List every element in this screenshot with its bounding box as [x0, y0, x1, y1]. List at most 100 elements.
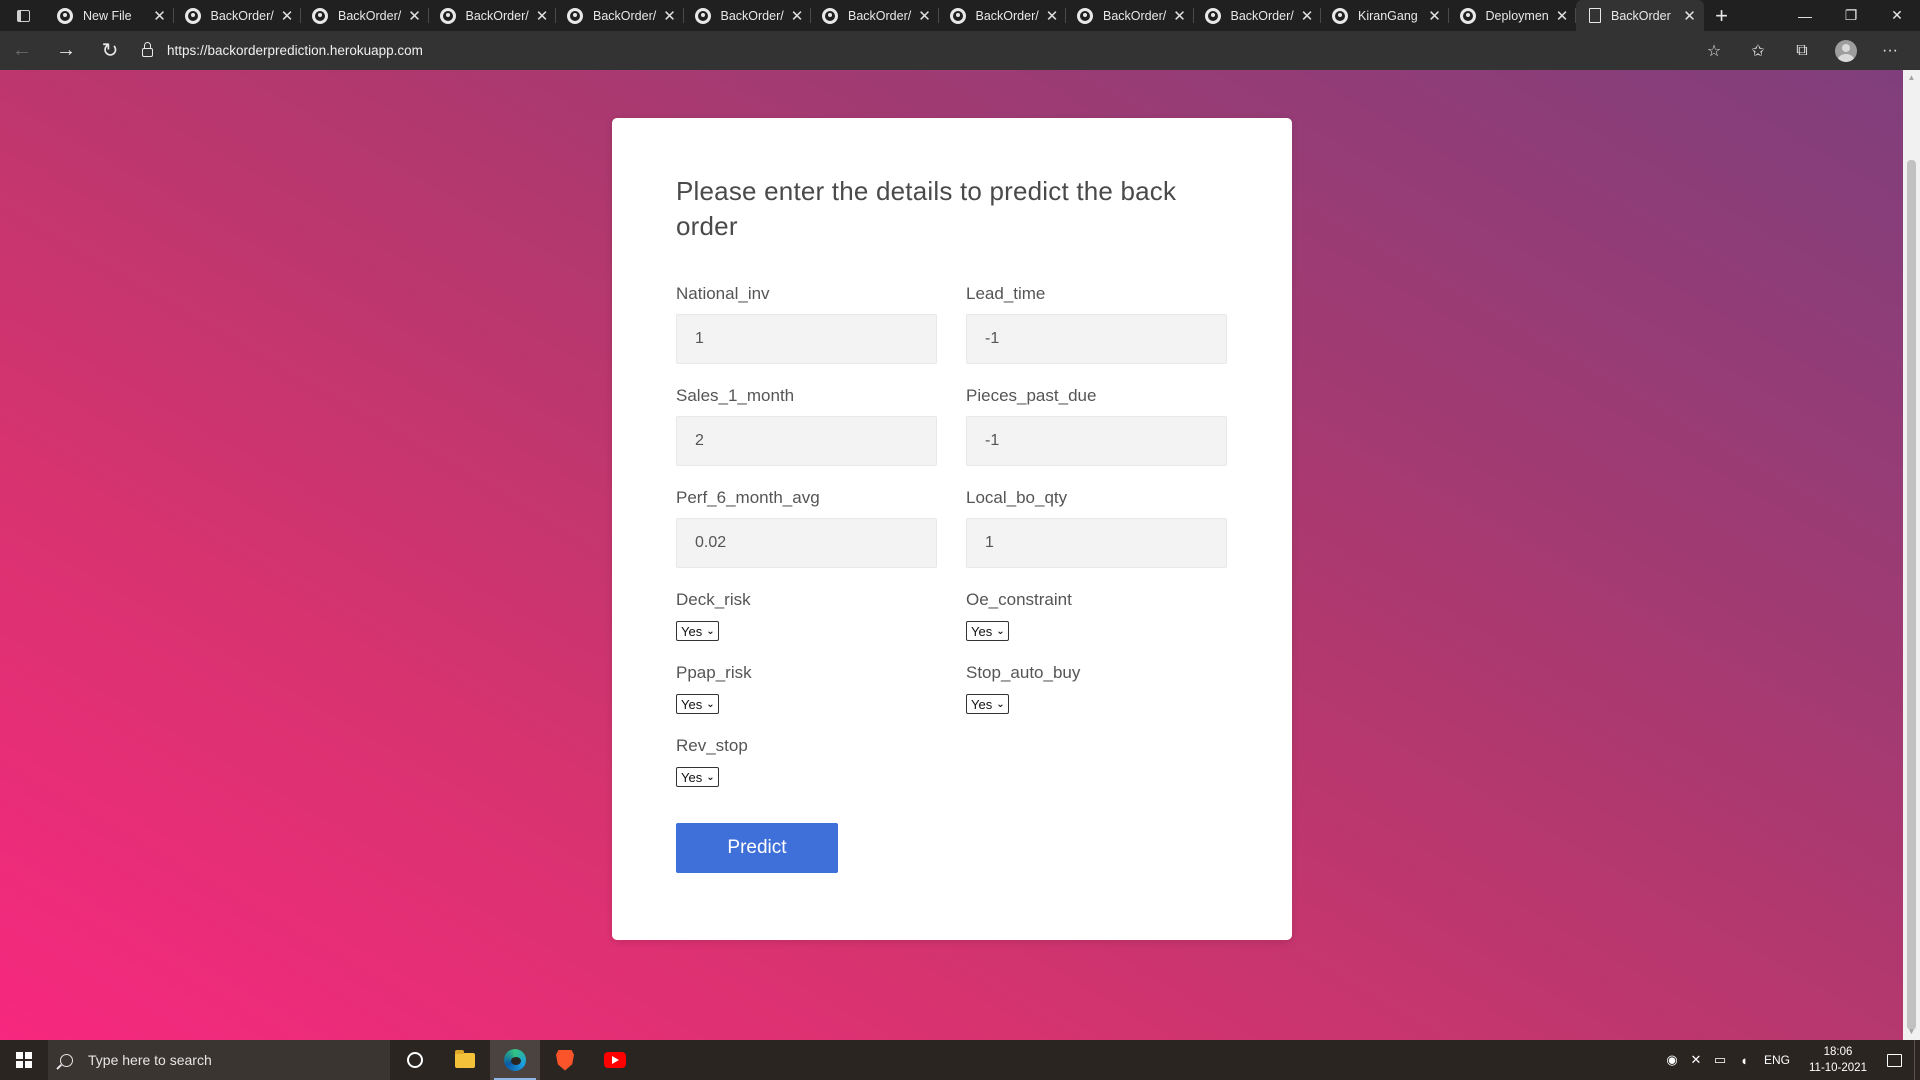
oe-constraint-label: Oe_constraint: [966, 590, 1072, 609]
close-tab-icon[interactable]: ✕: [789, 7, 805, 25]
perf-6-month-avg-input[interactable]: [676, 518, 937, 568]
start-button[interactable]: [0, 1040, 48, 1080]
favorites-icon[interactable]: ✩: [1736, 35, 1780, 67]
forward-arrow-icon[interactable]: →: [44, 35, 88, 67]
national-inv-label: National_inv: [676, 284, 770, 303]
close-tab-icon[interactable]: ✕: [1427, 7, 1443, 25]
more-options-icon[interactable]: ···: [1868, 35, 1912, 67]
notification-center-button[interactable]: [1874, 1053, 1914, 1067]
browser-tab[interactable]: KiranGang ✕: [1321, 0, 1449, 31]
page-scrollbar[interactable]: ▲ ▼: [1903, 70, 1920, 1040]
close-tab-icon[interactable]: ✕: [1682, 7, 1698, 25]
browser-tab[interactable]: Deploymen ✕: [1449, 0, 1577, 31]
system-tray: ◉ ✕ ▭ ◖ ENG 18:06 11-10-2021: [1660, 1040, 1920, 1080]
document-icon: [1589, 8, 1601, 23]
window-controls: ― ❐ ✕: [1782, 0, 1920, 31]
browser-tab[interactable]: BackOrder/ ✕: [1194, 0, 1322, 31]
address-bar[interactable]: https://backorderprediction.herokuapp.co…: [134, 35, 1692, 67]
minimize-icon[interactable]: ―: [1782, 0, 1828, 31]
edge-taskbar-button[interactable]: [490, 1040, 540, 1080]
lead-time-label: Lead_time: [966, 284, 1046, 303]
github-icon: [949, 7, 966, 24]
form-heading: Please enter the details to predict the …: [676, 176, 1177, 241]
browser-tab[interactable]: BackOrder/ ✕: [301, 0, 429, 31]
volume-icon[interactable]: ◖: [1732, 1053, 1756, 1068]
add-favorite-icon[interactable]: ☆: [1692, 35, 1736, 67]
browser-tab[interactable]: BackOrder/ ✕: [811, 0, 939, 31]
browser-tab[interactable]: BackOrder/ ✕: [684, 0, 812, 31]
close-tab-icon[interactable]: ✕: [407, 7, 423, 25]
close-tab-icon[interactable]: ✕: [279, 7, 295, 25]
browser-tab[interactable]: BackOrder/ ✕: [939, 0, 1067, 31]
oe-constraint-select[interactable]: Yes ⌄: [966, 621, 1009, 641]
tab-title: BackOrder/: [848, 8, 912, 23]
file-explorer-button[interactable]: [440, 1040, 490, 1080]
close-tab-icon[interactable]: ✕: [1172, 7, 1188, 25]
scroll-down-icon[interactable]: ▼: [1903, 1024, 1920, 1040]
browser-tab[interactable]: BackOrder/ ✕: [174, 0, 302, 31]
ppap-risk-select[interactable]: Yes ⌄: [676, 694, 719, 714]
chevron-down-icon: ⌄: [706, 698, 715, 710]
deck-risk-select[interactable]: Yes ⌄: [676, 621, 719, 641]
taskbar-clock[interactable]: 18:06 11-10-2021: [1802, 1044, 1874, 1076]
browser-tab[interactable]: BackOrder/ ✕: [429, 0, 557, 31]
close-tab-icon[interactable]: ✕: [1044, 7, 1060, 25]
discord-icon[interactable]: ◉: [1660, 1052, 1684, 1068]
cortana-button[interactable]: [390, 1040, 440, 1080]
national-inv-input[interactable]: [676, 314, 937, 364]
predict-button[interactable]: Predict: [676, 823, 838, 873]
scrollbar-thumb[interactable]: [1907, 160, 1916, 1030]
deck-risk-value: Yes: [681, 623, 703, 639]
rev-stop-label: Rev_stop: [676, 736, 748, 755]
network-off-icon[interactable]: ✕: [1684, 1052, 1708, 1068]
rev-stop-value: Yes: [681, 769, 703, 785]
chevron-down-icon: ⌄: [996, 698, 1005, 710]
profile-button[interactable]: [1824, 35, 1868, 67]
restore-icon[interactable]: ❐: [1828, 0, 1874, 31]
tab-title: BackOrder/: [593, 8, 657, 23]
tab-title: BackOrder/: [975, 8, 1039, 23]
close-tab-icon[interactable]: ✕: [1299, 7, 1315, 25]
tab-actions-button[interactable]: [0, 0, 46, 31]
close-tab-icon[interactable]: ✕: [1554, 7, 1570, 25]
collections-icon[interactable]: ⧉: [1780, 35, 1824, 67]
tab-title: BackOrder: [1611, 8, 1671, 23]
close-tab-icon[interactable]: ✕: [662, 7, 678, 25]
tab-title: BackOrder/: [210, 8, 274, 23]
tab-title: BackOrder/: [720, 8, 784, 23]
browser-tab-strip: New File ✕ BackOrder/ ✕ BackOrder/ ✕ Bac…: [0, 0, 1920, 31]
close-window-icon[interactable]: ✕: [1874, 0, 1920, 31]
brave-icon: [556, 1049, 574, 1071]
lead-time-input[interactable]: [966, 314, 1227, 364]
close-tab-icon[interactable]: ✕: [534, 7, 550, 25]
browser-tab[interactable]: BackOrder/ ✕: [556, 0, 684, 31]
local-bo-qty-input[interactable]: [966, 518, 1227, 568]
lock-icon[interactable]: [142, 42, 153, 57]
pieces-past-due-input[interactable]: [966, 416, 1227, 466]
github-icon: [1204, 7, 1221, 24]
display-icon[interactable]: ▭: [1708, 1052, 1732, 1068]
tab-title: KiranGang: [1358, 8, 1418, 23]
rev-stop-select[interactable]: Yes ⌄: [676, 767, 719, 787]
file-explorer-icon: [455, 1049, 475, 1068]
close-tab-icon[interactable]: ✕: [152, 7, 168, 25]
browser-tab[interactable]: BackOrder/ ✕: [1066, 0, 1194, 31]
scroll-up-icon[interactable]: ▲: [1903, 70, 1920, 86]
youtube-taskbar-button[interactable]: [590, 1040, 640, 1080]
browser-tab[interactable]: New File ✕: [46, 0, 174, 31]
taskbar-search-box[interactable]: Type here to search: [48, 1040, 390, 1080]
back-arrow-icon[interactable]: ←: [0, 35, 44, 67]
github-icon: [1077, 7, 1093, 24]
new-tab-button[interactable]: +: [1704, 0, 1740, 31]
github-icon: [1459, 7, 1476, 24]
sales-1-month-input[interactable]: [676, 416, 937, 466]
stop-auto-buy-select[interactable]: Yes ⌄: [966, 694, 1009, 714]
language-indicator[interactable]: ENG: [1764, 1053, 1790, 1067]
refresh-icon[interactable]: ↻: [88, 35, 132, 67]
close-tab-icon[interactable]: ✕: [917, 7, 933, 25]
tab-title: BackOrder/: [465, 8, 529, 23]
deck-risk-label: Deck_risk: [676, 590, 751, 609]
brave-taskbar-button[interactable]: [540, 1040, 590, 1080]
browser-tab-active[interactable]: BackOrder ✕: [1576, 0, 1704, 31]
show-desktop-button[interactable]: [1914, 1040, 1920, 1080]
